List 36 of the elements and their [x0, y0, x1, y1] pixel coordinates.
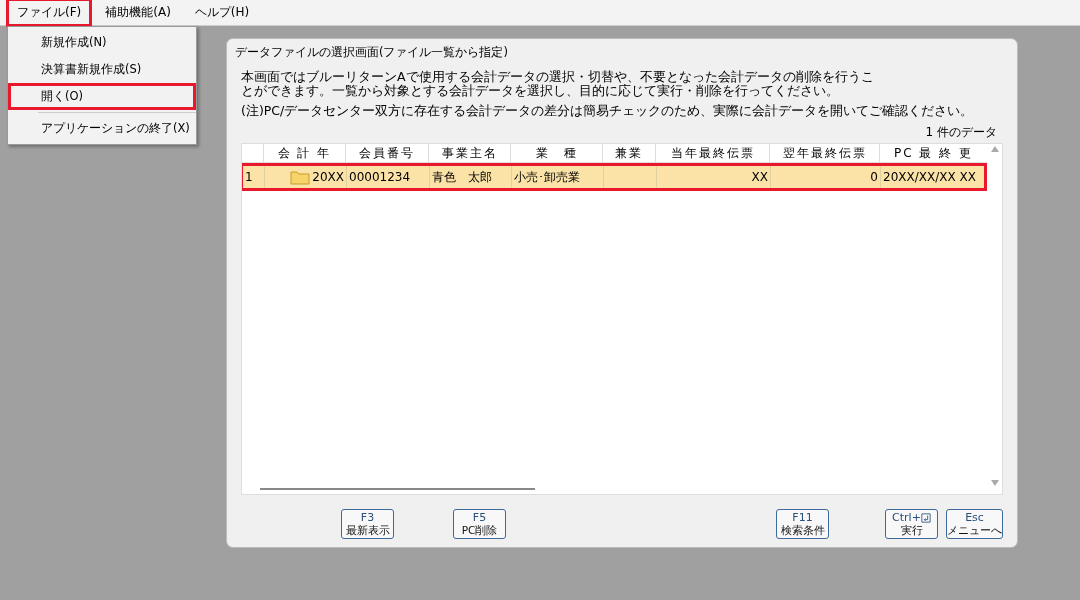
folder-icon	[290, 169, 311, 185]
column-header[interactable]: 会 計 年	[264, 144, 346, 162]
column-header[interactable]: 事業主名	[429, 144, 511, 162]
scroll-up-icon[interactable]	[990, 146, 999, 152]
function-key-button[interactable]: F3 最新表示	[341, 509, 394, 539]
column-header[interactable]: 当年最終伝票	[656, 144, 770, 162]
table-cell-text: 小売･卸売業	[514, 169, 580, 186]
table-cell-text: 1	[245, 169, 253, 186]
scroll-down-icon[interactable]	[990, 480, 999, 486]
column-header[interactable]: 兼業	[603, 144, 656, 162]
table-cell-text: 20XX/XX/XX XX	[883, 169, 976, 186]
table-cell-text: 00001234	[349, 169, 411, 186]
table-row[interactable]: 1 20XX 00001234 青色 太郎 小売･卸売業 XX 0 20XX/XX/XX XX	[242, 163, 987, 191]
function-key-button[interactable]: Esc メニューへ	[946, 509, 1003, 539]
column-header[interactable]: PC 最 終 更	[880, 144, 987, 162]
menu-item[interactable]: ヘルプ(H)	[183, 0, 261, 27]
menu-item[interactable]: 新規作成(N)	[8, 29, 196, 56]
enter-key-icon	[920, 512, 931, 523]
dialog-title: データファイルの選択画面(ファイル一覧から指定)	[234, 44, 509, 61]
column-header[interactable]: 翌年最終伝票	[770, 144, 880, 162]
table-cell-text: 0	[870, 169, 878, 186]
table-cell-text: XX	[751, 169, 768, 186]
function-key-button[interactable]: Ctrl+ 実行	[885, 509, 938, 539]
record-count: 1 件のデータ	[924, 124, 997, 141]
function-key-button[interactable]: F11 検索条件	[776, 509, 829, 539]
menu-item[interactable]: 補助機能(A)	[94, 0, 182, 27]
table-cell-text: 20XX	[312, 169, 344, 186]
menu-item[interactable]: アプリケーションの終了(X)	[8, 115, 196, 142]
menu-item[interactable]: 開く(O)	[8, 83, 196, 110]
menu-item[interactable]: 決算書新規作成(S)	[8, 56, 196, 83]
description-text: 本画面ではブルーリターンAで使用する会計データの選択・切替や、不要となった会計データの削除を行うことができます。一覧から対象とする会計データを選択し、目的に応じて実行・削除を行ってください。	[241, 70, 875, 98]
function-key-button[interactable]: F5 PC削除	[453, 509, 506, 539]
column-header[interactable]: 業 種	[511, 144, 603, 162]
table-cell-text: 青色 太郎	[432, 169, 492, 186]
column-header[interactable]: 会員番号	[346, 144, 429, 162]
note-text: (注)PC/データセンター双方に存在する会計データの差分は簡易チェックのため、実際に会計データを開いてご確認ください。	[241, 103, 975, 120]
